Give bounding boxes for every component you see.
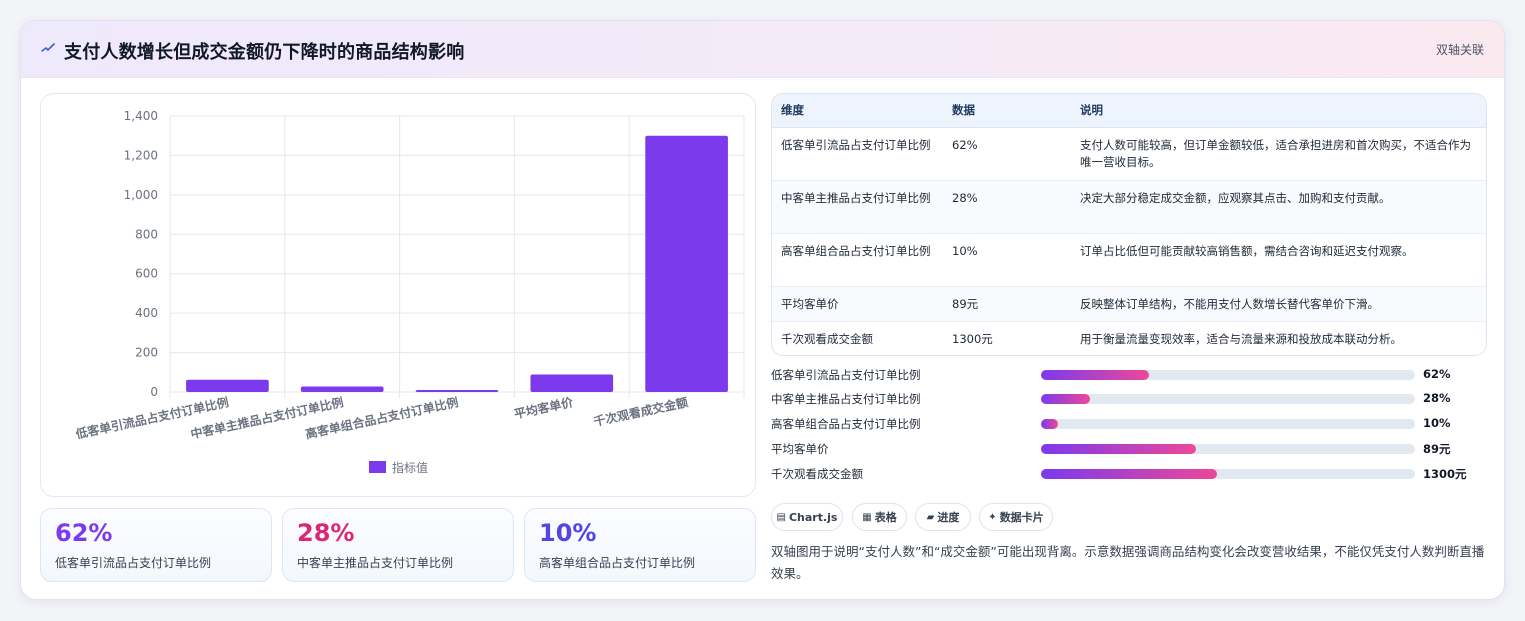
- page-title: 支付人数增长但成交金额仍下降时的商品结构影响: [64, 42, 465, 63]
- bar[interactable]: [300, 386, 384, 392]
- table-cell: 千次观看成交金额: [781, 331, 873, 346]
- progress-track: [1041, 394, 1415, 404]
- column-header: 维度: [772, 94, 943, 128]
- progress-value: 62%: [1423, 367, 1451, 381]
- kpi-card-mid: 28% 中客单主推品占支付订单比例: [282, 508, 514, 582]
- y-tick-label: 600: [135, 267, 158, 281]
- progress-fill: [1041, 469, 1217, 479]
- table-header-row: 维度 数据 说明: [772, 94, 1486, 128]
- table-cell: 1300元: [952, 331, 993, 346]
- progress-label: 高客单组合品占支付订单比例: [771, 417, 921, 431]
- chip-progress[interactable]: ▰ 进度: [915, 503, 971, 531]
- chip-data-card[interactable]: ✦ 数据卡片: [979, 503, 1053, 531]
- bar[interactable]: [415, 390, 499, 392]
- legend-label: 指标值: [392, 460, 428, 475]
- progress-value: 1300元: [1423, 467, 1467, 481]
- progress-row: 高客单组合品占支付订单比例 10%: [771, 416, 1487, 431]
- table-cell: 决定大部分稳定成交金额，应观察其点击、加购和支付贡献。: [1071, 180, 1486, 234]
- chip-label: 数据卡片: [999, 511, 1044, 524]
- chip-label: 进度: [937, 511, 960, 524]
- table-cell: 62%: [943, 127, 1071, 181]
- kpi-card-low: 62% 低客单引流品占支付订单比例: [40, 508, 272, 582]
- kpi-label: 低客单引流品占支付订单比例: [55, 556, 212, 570]
- progress-track: [1041, 419, 1415, 429]
- header-tag: 双轴关联: [1435, 43, 1484, 57]
- legend-swatch: [369, 461, 386, 473]
- table-cell: 反映整体订单结构，不能用支付人数增长替代客单价下滑。: [1071, 286, 1486, 322]
- progress-track: [1041, 370, 1415, 380]
- table-cell: 用于衡量流量变现效率，适合与流量来源和投放成本联动分析。: [1080, 331, 1402, 346]
- table-row: 千次观看成交金额 1300元 用于衡量流量变现效率，适合与流量来源和投放成本联动…: [772, 321, 1486, 355]
- progress-track: [1041, 444, 1415, 454]
- chart-icon: ▤: [776, 511, 786, 523]
- progress-label: 中客单主推品占支付订单比例: [771, 392, 921, 406]
- card-header: 支付人数增长但成交金额仍下降时的商品结构影响 双轴关联: [21, 21, 1504, 78]
- x-tick-label: 平均客单价: [513, 394, 576, 421]
- table-cell: 10%: [943, 233, 1071, 287]
- table-cell: 28%: [943, 180, 1071, 234]
- bar[interactable]: [645, 135, 728, 392]
- table-icon: ▦: [862, 511, 872, 523]
- y-tick-label: 800: [135, 227, 158, 241]
- chip-label: 表格: [874, 511, 897, 524]
- progress-track: [1041, 469, 1415, 479]
- bar[interactable]: [530, 374, 614, 392]
- sparkle-icon: ✦: [988, 511, 997, 523]
- spark-icon: [41, 43, 55, 52]
- chip-table[interactable]: ▦ 表格: [852, 503, 907, 531]
- chart-panel: 0 200 400 600 800 1,000 1,200 1,400 低客单引流品占支付订单…: [40, 93, 756, 497]
- kpi-value: 62%: [55, 519, 113, 547]
- chip-label: Chart.js: [788, 510, 838, 524]
- x-tick-label: 千次观看成交金额: [592, 394, 689, 429]
- bar[interactable]: [186, 379, 269, 392]
- kpi-label: 中客单主推品占支付订单比例: [297, 556, 454, 570]
- progress-fill: [1041, 444, 1197, 454]
- progress-value: 10%: [1423, 416, 1451, 430]
- kpi-label: 高客单组合品占支付订单比例: [539, 556, 696, 570]
- data-table-wrapper: 维度 数据 说明 低客单引流品占支付订单比例 62% 支付人数可能较高，但订单金…: [771, 93, 1487, 356]
- y-tick-label: 0: [150, 385, 158, 399]
- progress-value: 28%: [1423, 391, 1451, 405]
- kpi-card-high: 10% 高客单组合品占支付订单比例: [524, 508, 756, 582]
- table-cell: 中客单主推品占支付订单比例: [772, 180, 943, 234]
- progress-label: 平均客单价: [771, 442, 829, 456]
- y-tick-label: 400: [135, 306, 158, 320]
- chip-chartjs[interactable]: ▤ Chart.js: [771, 503, 843, 531]
- chart-note: 双轴图用于说明“支付人数”和“成交金额”可能出现背离。示意数据强调商品结构变化会…: [771, 544, 1485, 581]
- table-cell: 低客单引流品占支付订单比例: [772, 127, 943, 181]
- progress-fill: [1041, 394, 1090, 404]
- y-tick-label: 1,000: [124, 188, 158, 202]
- analysis-card: 支付人数增长但成交金额仍下降时的商品结构影响 双轴关联 0 200 400 600 80…: [20, 20, 1505, 600]
- table-row: 平均客单价 89元 反映整体订单结构，不能用支付人数增长替代客单价下滑。: [772, 286, 1486, 322]
- column-header: 说明: [1071, 94, 1486, 128]
- y-tick-label: 1,200: [124, 148, 158, 162]
- table-row: 高客单组合品占支付订单比例 10% 订单占比低但可能贡献较高销售额，需结合咨询和…: [772, 233, 1486, 287]
- progress-fill: [1041, 419, 1058, 429]
- table-cell: 支付人数可能较高，但订单金额较低，适合承担进房和首次购买，不适合作为唯一营收目标…: [1071, 127, 1486, 181]
- progress-value: 89元: [1423, 442, 1451, 456]
- table-cell: 89元: [943, 286, 1071, 322]
- bar-chart: 02004006008001,0001,2001,400 低客单引流品占支付订单…: [73, 109, 745, 475]
- progress-row: 中客单主推品占支付订单比例 28%: [771, 391, 1487, 406]
- y-tick-label: 1,400: [124, 109, 158, 123]
- y-tick-label: 200: [135, 346, 158, 360]
- progress-row: 千次观看成交金额 1300元: [771, 467, 1487, 481]
- kpi-value: 28%: [297, 519, 355, 547]
- kpi-value: 10%: [539, 519, 597, 547]
- progress-label: 低客单引流品占支付订单比例: [771, 368, 921, 382]
- progress-fill: [1041, 370, 1150, 380]
- column-header: 数据: [943, 94, 1071, 128]
- table-cell: 平均客单价: [772, 286, 943, 322]
- progress-row: 低客单引流品占支付订单比例 62%: [771, 367, 1487, 382]
- progress-row: 平均客单价 89元: [771, 442, 1487, 456]
- data-table: 维度 数据 说明 低客单引流品占支付订单比例 62% 支付人数可能较高，但订单金…: [772, 94, 1486, 355]
- table-cell: 订单占比低但可能贡献较高销售额，需结合咨询和延迟支付观察。: [1071, 233, 1486, 287]
- table-row: 中客单主推品占支付订单比例 28% 决定大部分稳定成交金额，应观察其点击、加购和…: [772, 180, 1486, 234]
- progress-label: 千次观看成交金额: [771, 467, 863, 481]
- progress-icon: ▰: [926, 511, 935, 523]
- table-cell: 高客单组合品占支付订单比例: [772, 233, 943, 287]
- table-row: 低客单引流品占支付订单比例 62% 支付人数可能较高，但订单金额较低，适合承担进…: [772, 127, 1486, 181]
